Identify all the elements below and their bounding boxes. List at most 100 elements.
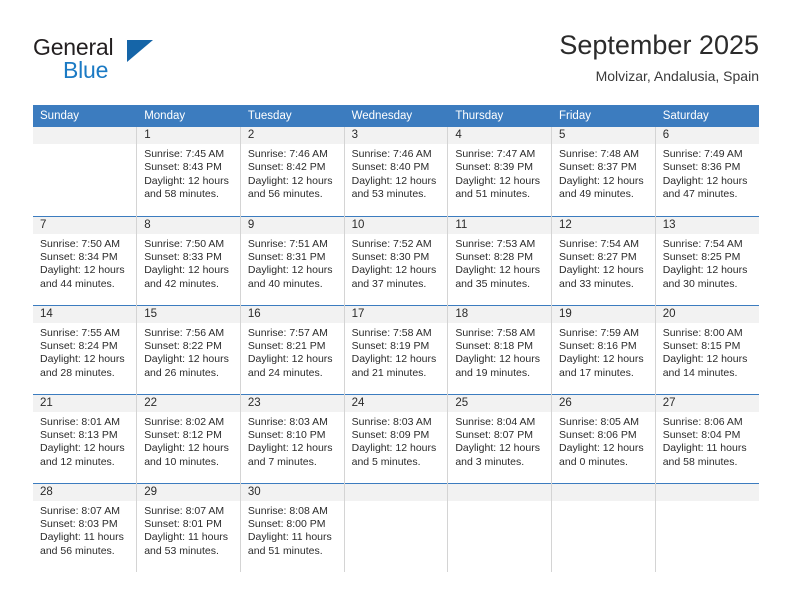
- calendar-day-cell[interactable]: 28 Sunrise: 8:07 AM Sunset: 8:03 PM Dayligh…: [33, 482, 138, 572]
- sunset-time: Sunset: 8:00 PM: [247, 517, 326, 530]
- sunrise-time: Sunrise: 7:49 AM: [662, 148, 743, 160]
- day-number: 19: [552, 305, 655, 323]
- calendar-day-cell[interactable]: 15 Sunrise: 7:56 AM Sunset: 8:22 PM Dayligh…: [136, 304, 241, 394]
- daylight-duration-line1: Daylight: 12 hours: [40, 442, 125, 455]
- calendar-day-cell[interactable]: 23 Sunrise: 8:03 AM Sunset: 8:10 PM Dayligh…: [240, 393, 345, 483]
- sunset-time: Sunset: 8:22 PM: [144, 339, 222, 352]
- sunrise-time: Sunrise: 7:54 AM: [559, 237, 639, 250]
- daylight-duration-line1: Daylight: 12 hours: [559, 264, 644, 277]
- calendar-grid: Sunday Monday Tuesday Wednesday Thursday…: [33, 105, 759, 572]
- daylight-duration-line1: Daylight: 12 hours: [559, 353, 644, 366]
- weekday-header-saturday: Saturday: [655, 105, 759, 127]
- calendar-day-cell[interactable]: 21 Sunrise: 8:01 AM Sunset: 8:13 PM Dayligh…: [33, 393, 138, 483]
- calendar-day-cell[interactable]: 1 Sunrise: 7:45 AM Sunset: 8:43 PM Daylight…: [136, 127, 241, 216]
- calendar-day-cell[interactable]: 9 Sunrise: 7:51 AM Sunset: 8:31 PM Daylight…: [240, 215, 345, 305]
- calendar-day-cell[interactable]: 12 Sunrise: 7:54 AM Sunset: 8:27 PM Dayligh…: [551, 215, 656, 305]
- day-number: 12: [552, 216, 655, 234]
- calendar-day-cell[interactable]: 3 Sunrise: 7:46 AM Sunset: 8:40 PM Daylight…: [344, 127, 449, 216]
- sunset-time: Sunset: 8:42 PM: [247, 161, 326, 174]
- day-number: 5: [552, 127, 655, 144]
- daylight-duration-line1: Daylight: 12 hours: [144, 174, 229, 187]
- daylight-duration-line1: Daylight: 12 hours: [351, 353, 437, 366]
- day-number: [552, 483, 655, 501]
- day-number: 24: [344, 394, 448, 412]
- day-sun-info: Sunrise: 8:02 AM Sunset: 8:12 PM Daylight:…: [137, 412, 240, 470]
- weekday-header-tuesday: Tuesday: [240, 105, 345, 127]
- calendar-day-cell[interactable]: 8 Sunrise: 7:50 AM Sunset: 8:33 PM Daylight…: [136, 215, 241, 305]
- page-header: General Blue September 2025 Molvizar, An…: [33, 28, 759, 90]
- daylight-duration-line2: and 51 minutes.: [247, 544, 323, 557]
- daylight-duration-line2: and 51 minutes.: [455, 188, 531, 201]
- daylight-duration-line2: and 3 minutes.: [455, 455, 525, 468]
- calendar-day-cell[interactable]: 29 Sunrise: 8:07 AM Sunset: 8:01 PM Dayligh…: [136, 482, 241, 572]
- calendar-day-cell[interactable]: 11 Sunrise: 7:53 AM Sunset: 8:28 PM Dayligh…: [447, 215, 553, 305]
- sunset-time: Sunset: 8:24 PM: [40, 339, 118, 352]
- calendar-day-cell[interactable]: 14 Sunrise: 7:55 AM Sunset: 8:24 PM Dayligh…: [33, 304, 138, 394]
- sunset-time: Sunset: 8:06 PM: [559, 428, 637, 441]
- day-number: 9: [240, 216, 344, 234]
- sunset-time: Sunset: 8:01 PM: [144, 517, 222, 530]
- sunrise-time: Sunrise: 7:46 AM: [247, 148, 328, 160]
- daylight-duration-line2: and 30 minutes.: [662, 277, 738, 290]
- calendar-week-row: 7 Sunrise: 7:50 AM Sunset: 8:34 PM Daylight…: [33, 215, 759, 305]
- calendar-page: General Blue September 2025 Molvizar, An…: [0, 0, 792, 612]
- day-sun-info: Sunrise: 7:57 AM Sunset: 8:21 PM Daylight:…: [241, 323, 344, 381]
- calendar-day-cell[interactable]: 6 Sunrise: 7:49 AM Sunset: 8:36 PM Daylight…: [655, 127, 759, 216]
- calendar-day-cell[interactable]: 5 Sunrise: 7:48 AM Sunset: 8:37 PM Daylight…: [551, 127, 656, 216]
- calendar-day-cell[interactable]: 4 Sunrise: 7:47 AM Sunset: 8:39 PM Daylight…: [447, 127, 553, 216]
- day-sun-info: Sunrise: 7:48 AM Sunset: 8:37 PM Daylight:…: [552, 144, 655, 202]
- daylight-duration-line1: Daylight: 12 hours: [144, 353, 229, 366]
- daylight-duration-line2: and 56 minutes.: [40, 544, 115, 557]
- sunrise-time: Sunrise: 7:50 AM: [40, 237, 120, 250]
- calendar-day-cell[interactable]: 16 Sunrise: 7:57 AM Sunset: 8:21 PM Dayligh…: [240, 304, 345, 394]
- calendar-day-cell[interactable]: 13 Sunrise: 7:54 AM Sunset: 8:25 PM Dayligh…: [655, 215, 759, 305]
- day-sun-info: Sunrise: 7:54 AM Sunset: 8:27 PM Daylight:…: [552, 234, 655, 292]
- calendar-day-cell[interactable]: 19 Sunrise: 7:59 AM Sunset: 8:16 PM Dayligh…: [551, 304, 656, 394]
- day-sun-info: Sunrise: 8:08 AM Sunset: 8:00 PM Daylight:…: [241, 501, 344, 559]
- general-blue-logo[interactable]: General Blue: [33, 34, 173, 88]
- daylight-duration-line1: Daylight: 11 hours: [247, 531, 332, 544]
- calendar-day-cell[interactable]: 25 Sunrise: 8:04 AM Sunset: 8:07 PM Dayligh…: [447, 393, 553, 483]
- calendar-body: 1 Sunrise: 7:45 AM Sunset: 8:43 PM Daylight…: [33, 127, 759, 572]
- sunrise-time: Sunrise: 7:52 AM: [351, 237, 432, 250]
- sunset-time: Sunset: 8:27 PM: [559, 250, 637, 263]
- daylight-duration-line1: Daylight: 12 hours: [559, 442, 644, 455]
- day-sun-info: Sunrise: 7:50 AM Sunset: 8:33 PM Daylight:…: [137, 234, 240, 292]
- calendar-day-cell[interactable]: 18 Sunrise: 7:58 AM Sunset: 8:18 PM Dayligh…: [447, 304, 553, 394]
- daylight-duration-line1: Daylight: 12 hours: [247, 353, 333, 366]
- calendar-day-cell[interactable]: 27 Sunrise: 8:06 AM Sunset: 8:04 PM Dayligh…: [655, 393, 759, 483]
- daylight-duration-line1: Daylight: 12 hours: [144, 264, 229, 277]
- calendar-day-cell[interactable]: 10 Sunrise: 7:52 AM Sunset: 8:30 PM Dayligh…: [344, 215, 449, 305]
- sunset-time: Sunset: 8:04 PM: [662, 428, 741, 441]
- calendar-header-row: Sunday Monday Tuesday Wednesday Thursday…: [33, 105, 759, 127]
- calendar-day-cell[interactable]: 2 Sunrise: 7:46 AM Sunset: 8:42 PM Daylight…: [240, 127, 345, 216]
- sunrise-time: Sunrise: 7:55 AM: [40, 326, 120, 339]
- sunrise-time: Sunrise: 7:58 AM: [455, 326, 536, 339]
- calendar-day-cell[interactable]: 20 Sunrise: 8:00 AM Sunset: 8:15 PM Dayligh…: [655, 304, 759, 394]
- daylight-duration-line2: and 26 minutes.: [144, 366, 219, 379]
- calendar-day-cell[interactable]: 26 Sunrise: 8:05 AM Sunset: 8:06 PM Dayligh…: [551, 393, 656, 483]
- day-number: 15: [137, 305, 240, 323]
- calendar-day-cell[interactable]: 24 Sunrise: 8:03 AM Sunset: 8:09 PM Dayligh…: [344, 393, 449, 483]
- weekday-header-thursday: Thursday: [447, 105, 553, 127]
- calendar-day-cell[interactable]: 30 Sunrise: 8:08 AM Sunset: 8:00 PM Dayligh…: [240, 482, 345, 572]
- weekday-header-wednesday: Wednesday: [344, 105, 449, 127]
- daylight-duration-line2: and 17 minutes.: [559, 366, 634, 379]
- daylight-duration-line1: Daylight: 12 hours: [455, 264, 540, 277]
- calendar-day-cell[interactable]: 7 Sunrise: 7:50 AM Sunset: 8:34 PM Daylight…: [33, 215, 138, 305]
- calendar-table: Sunday Monday Tuesday Wednesday Thursday…: [33, 105, 759, 572]
- sunrise-time: Sunrise: 7:48 AM: [559, 148, 639, 160]
- calendar-week-row: 21 Sunrise: 8:01 AM Sunset: 8:13 PM Dayligh…: [33, 393, 759, 483]
- calendar-day-cell[interactable]: 22 Sunrise: 8:02 AM Sunset: 8:12 PM Dayligh…: [136, 393, 241, 483]
- daylight-duration-line1: Daylight: 12 hours: [559, 174, 644, 187]
- day-number: [33, 127, 137, 144]
- sunrise-time: Sunrise: 7:50 AM: [144, 237, 225, 250]
- day-number: [344, 483, 448, 501]
- daylight-duration-line1: Daylight: 12 hours: [351, 264, 437, 277]
- sunset-time: Sunset: 8:10 PM: [247, 428, 326, 441]
- calendar-day-cell[interactable]: 17 Sunrise: 7:58 AM Sunset: 8:19 PM Dayligh…: [344, 304, 449, 394]
- day-sun-info: Sunrise: 8:03 AM Sunset: 8:09 PM Daylight:…: [345, 412, 448, 470]
- day-sun-info: Sunrise: 8:01 AM Sunset: 8:13 PM Daylight:…: [33, 412, 136, 470]
- sunset-time: Sunset: 8:03 PM: [40, 517, 118, 530]
- day-sun-info: Sunrise: 7:58 AM Sunset: 8:18 PM Daylight:…: [448, 323, 551, 381]
